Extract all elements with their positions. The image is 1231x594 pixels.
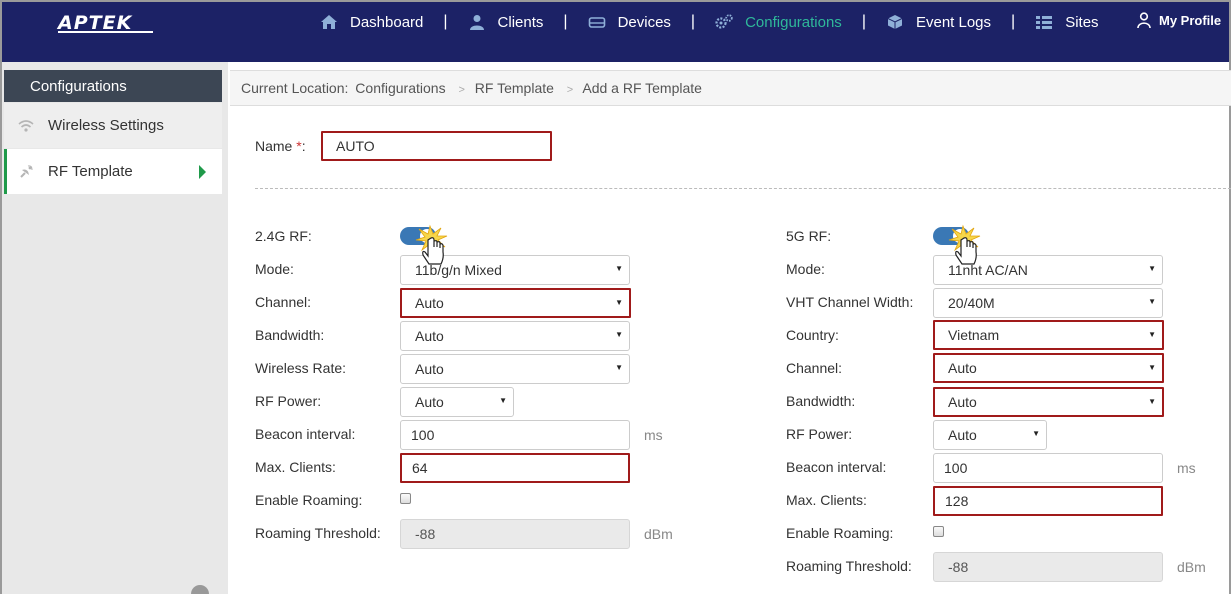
rf5-country-label: Country: xyxy=(786,327,839,343)
home-icon xyxy=(321,15,337,29)
rf24-bandwidth-label: Bandwidth: xyxy=(255,327,325,343)
logo-underline xyxy=(58,31,153,33)
sidebar-item-wireless-settings[interactable]: Wireless Settings xyxy=(4,103,222,148)
nav-separator: | xyxy=(690,13,696,30)
rf24-max-clients-label: Max. Clients: xyxy=(255,459,336,475)
nav-event-logs[interactable]: Event Logs xyxy=(886,14,991,31)
hand-cursor-icon xyxy=(948,224,981,265)
sidebar-item-rf-template[interactable]: RF Template xyxy=(4,149,222,194)
user-icon xyxy=(469,15,484,30)
rf5-vht-label: VHT Channel Width: xyxy=(786,294,914,310)
nav-event-logs-label: Event Logs xyxy=(915,13,992,31)
nav-dashboard[interactable]: Dashboard xyxy=(320,14,423,31)
rf24-beacon-input[interactable]: 100 xyxy=(400,420,630,450)
nav-devices[interactable]: Devices xyxy=(588,14,671,31)
breadcrumb-item-current: Add a RF Template xyxy=(582,80,702,96)
name-label-colon: : xyxy=(301,138,306,154)
breadcrumb: Current Location: Configurations > RF Te… xyxy=(230,70,1231,106)
gears-icon xyxy=(715,14,733,29)
rf24-bandwidth-select[interactable]: Auto xyxy=(400,321,630,351)
nav-configurations[interactable]: Configurations xyxy=(715,14,842,31)
rf5-threshold-input[interactable]: -88 xyxy=(933,552,1163,582)
breadcrumb-prefix: Current Location: xyxy=(241,80,349,96)
scroll-handle[interactable] xyxy=(191,585,209,594)
rf24-rate-select[interactable]: Auto xyxy=(400,354,630,384)
rf5-roaming-checkbox[interactable] xyxy=(933,526,944,537)
rf24-roaming-label: Enable Roaming: xyxy=(255,492,363,508)
device-icon xyxy=(588,17,605,28)
name-label-text: Name xyxy=(255,138,293,154)
my-profile-label: My Profile xyxy=(1159,12,1222,28)
name-label: Name *: xyxy=(255,138,306,154)
nav-separator: | xyxy=(1011,13,1016,30)
rf5-bandwidth-select[interactable]: Auto xyxy=(933,387,1164,417)
wifi-icon xyxy=(18,118,34,134)
rf24-mode-label: Mode: xyxy=(255,261,294,277)
nav-separator: | xyxy=(861,13,866,30)
nav-clients[interactable]: Clients xyxy=(468,13,544,31)
rf24-rate-label: Wireless Rate: xyxy=(255,360,347,376)
nav-separator: | xyxy=(443,13,448,30)
rf5-channel-label: Channel: xyxy=(786,360,843,376)
rf5-power-label: RF Power: xyxy=(786,426,853,442)
sidebar-item-label: Wireless Settings xyxy=(48,117,164,134)
rf5-power-select[interactable]: Auto xyxy=(933,420,1047,450)
main-nav: Dashboard | Clients | Devices | Configur… xyxy=(320,12,1099,32)
rf5-threshold-unit: dBm xyxy=(1177,559,1206,575)
breadcrumb-separator: > xyxy=(458,84,465,96)
rf5-title: 5G RF: xyxy=(786,228,832,244)
rf5-mode-label: Mode: xyxy=(786,261,825,277)
sidebar-item-label: RF Template xyxy=(48,163,133,180)
rf5-threshold-label: Roaming Threshold: xyxy=(786,558,912,574)
nav-devices-label: Devices xyxy=(617,13,671,31)
nav-separator: | xyxy=(563,13,568,30)
breadcrumb-item-rf-template[interactable]: RF Template xyxy=(475,80,554,96)
rf24-threshold-input[interactable]: -88 xyxy=(400,519,630,549)
rf5-beacon-label: Beacon interval: xyxy=(786,459,887,475)
section-divider xyxy=(255,188,1231,189)
nav-clients-label: Clients xyxy=(497,13,544,31)
rf24-beacon-label: Beacon interval: xyxy=(255,426,356,442)
rf24-channel-select[interactable]: Auto xyxy=(400,288,631,318)
breadcrumb-item-configurations[interactable]: Configurations xyxy=(355,80,445,96)
active-arrow-icon xyxy=(199,165,206,179)
name-input[interactable]: AUTO xyxy=(321,131,552,161)
rf24-power-select[interactable]: Auto xyxy=(400,387,514,417)
satellite-icon xyxy=(18,164,34,180)
rf5-max-clients-input[interactable]: 128 xyxy=(933,486,1163,516)
rf24-threshold-unit: dBm xyxy=(644,526,673,542)
profile-user-icon xyxy=(1137,12,1151,28)
rf5-country-select[interactable]: Vietnam xyxy=(933,320,1164,350)
top-navigation-bar: APTEK Dashboard | Clients | Devices | Co… xyxy=(0,0,1231,62)
rf24-title: 2.4G RF: xyxy=(255,228,312,244)
breadcrumb-separator: > xyxy=(566,84,574,96)
cube-icon xyxy=(887,15,903,29)
nav-sites[interactable]: Sites xyxy=(1035,13,1099,31)
rf5-bandwidth-label: Bandwidth: xyxy=(786,393,856,409)
rf24-power-label: RF Power: xyxy=(255,393,322,409)
rf5-beacon-input[interactable]: 100 xyxy=(933,453,1163,483)
sidebar-title: Configurations xyxy=(4,70,222,102)
rf5-channel-select[interactable]: Auto xyxy=(933,353,1164,383)
rf5-beacon-unit: ms xyxy=(1177,460,1196,476)
rf24-roaming-checkbox[interactable] xyxy=(400,493,411,504)
hand-cursor-icon xyxy=(415,224,448,265)
nav-dashboard-label: Dashboard xyxy=(350,13,424,31)
rf5-vht-select[interactable]: 20/40M xyxy=(933,288,1163,318)
nav-sites-label: Sites xyxy=(1065,13,1099,31)
rf24-channel-label: Channel: xyxy=(255,294,312,310)
rf24-max-clients-input[interactable]: 64 xyxy=(400,453,630,483)
sites-icon xyxy=(1036,16,1053,29)
rf5-max-clients-label: Max. Clients: xyxy=(786,492,867,508)
rf24-threshold-label: Roaming Threshold: xyxy=(255,525,381,541)
rf5-roaming-label: Enable Roaming: xyxy=(786,525,894,541)
sidebar: Configurations Wireless Settings RF Temp… xyxy=(0,62,228,594)
nav-configurations-label: Configurations xyxy=(745,13,842,31)
my-profile-link[interactable]: My Profile xyxy=(1137,12,1221,28)
rf24-beacon-unit: ms xyxy=(644,427,663,443)
